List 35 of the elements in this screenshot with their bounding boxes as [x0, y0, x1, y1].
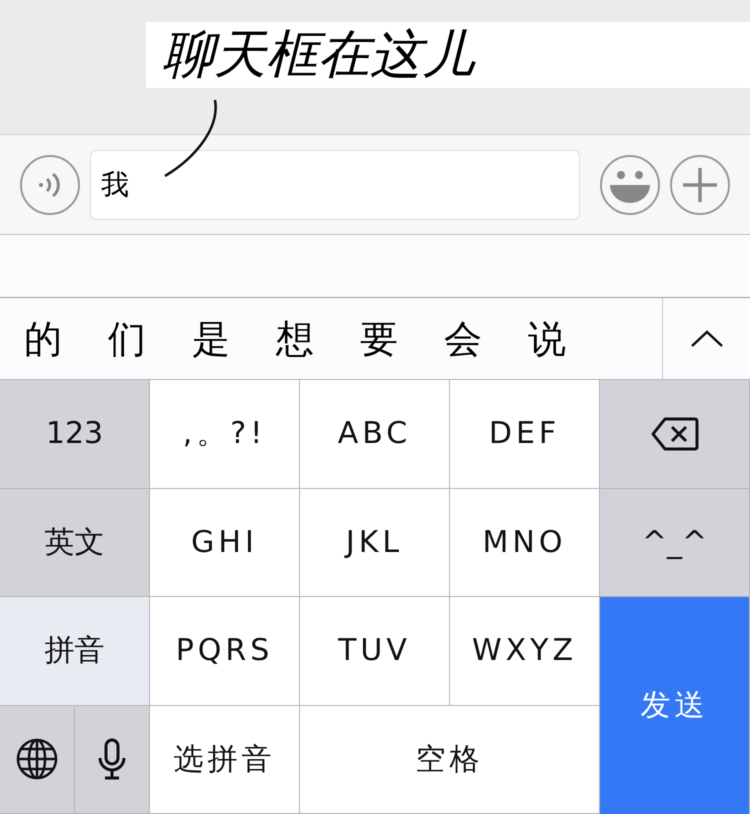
- key[interactable]: 空格: [300, 706, 600, 814]
- key[interactable]: 选拼音: [150, 706, 300, 814]
- key[interactable]: ABC: [300, 380, 450, 488]
- key[interactable]: ,。?!: [150, 380, 300, 488]
- annotation-label: 聊天框在这儿: [146, 22, 750, 88]
- delete-key[interactable]: [600, 380, 750, 488]
- globe-icon: [16, 738, 58, 780]
- key[interactable]: PQRS: [150, 597, 300, 706]
- key[interactable]: WXYZ: [450, 597, 600, 706]
- plus-icon: [683, 168, 717, 202]
- emoji-button[interactable]: [600, 154, 660, 214]
- send-button[interactable]: 发送: [600, 597, 750, 814]
- globe-key[interactable]: [0, 706, 75, 814]
- key[interactable]: DEF: [450, 380, 600, 488]
- candidate-word[interactable]: 说: [528, 320, 566, 358]
- key[interactable]: TUV: [300, 597, 450, 706]
- mode-key[interactable]: 拼音: [0, 597, 150, 706]
- candidate-word[interactable]: 们: [108, 320, 146, 358]
- key[interactable]: ^_^: [600, 488, 750, 597]
- backspace-icon: [650, 416, 698, 451]
- message-field[interactable]: 我: [90, 150, 580, 220]
- candidate-word[interactable]: 想: [276, 320, 314, 358]
- microphone-icon: [98, 738, 126, 780]
- mode-key[interactable]: 英文: [0, 488, 150, 597]
- plus-button[interactable]: [670, 154, 730, 214]
- key[interactable]: 123: [0, 380, 150, 488]
- key[interactable]: GHI: [150, 488, 300, 597]
- key[interactable]: MNO: [450, 488, 600, 597]
- candidate-word[interactable]: 会: [444, 320, 482, 358]
- chevron-up-icon: [690, 330, 724, 348]
- microphone-key[interactable]: [75, 706, 150, 814]
- candidate-word[interactable]: 的: [24, 320, 62, 358]
- candidate-word[interactable]: 要: [360, 320, 398, 358]
- key[interactable]: JKL: [300, 488, 450, 597]
- voice-button[interactable]: [20, 154, 80, 214]
